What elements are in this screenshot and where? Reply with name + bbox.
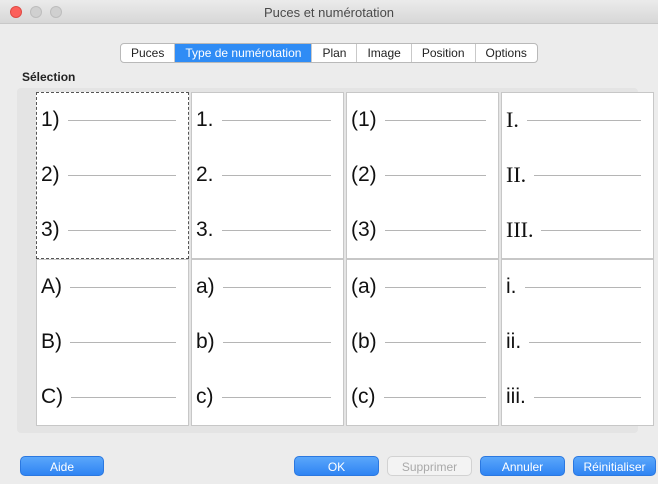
reset-button[interactable]: Réinitialiser bbox=[573, 456, 656, 476]
numbering-option-paren-1[interactable]: (1) (2) (3) bbox=[346, 92, 499, 259]
numbering-option-roman-upper[interactable]: I. II. III. bbox=[501, 92, 654, 259]
preview-line bbox=[534, 174, 641, 176]
numbering-marker: a) bbox=[196, 275, 215, 298]
preview-line bbox=[221, 229, 331, 231]
numbering-marker: b) bbox=[196, 330, 215, 353]
preview-line bbox=[67, 119, 176, 121]
preview-line bbox=[384, 174, 486, 176]
preview-line bbox=[70, 286, 176, 288]
numbering-marker: 2. bbox=[196, 163, 214, 186]
numbering-marker: 2) bbox=[41, 163, 60, 186]
numbering-marker: i. bbox=[506, 275, 517, 298]
cancel-button[interactable]: Annuler bbox=[480, 456, 565, 476]
help-button[interactable]: Aide bbox=[20, 456, 104, 476]
preview-line bbox=[221, 396, 331, 398]
tab-plan[interactable]: Plan bbox=[312, 44, 358, 62]
preview-row: a) bbox=[196, 272, 331, 302]
numbering-option-roman-lower[interactable]: i. ii. iii. bbox=[501, 259, 654, 426]
delete-button[interactable]: Supprimer bbox=[387, 456, 472, 476]
numbering-marker: 3) bbox=[41, 218, 60, 241]
numbering-marker: I. bbox=[506, 107, 519, 132]
preview-line bbox=[71, 396, 176, 398]
numbering-option-1-dot[interactable]: 1. 2. 3. bbox=[191, 92, 344, 259]
numbering-marker: c) bbox=[196, 385, 214, 408]
preview-row: iii. bbox=[506, 382, 641, 412]
preview-row: II. bbox=[506, 160, 641, 190]
numbering-option-paren-lower-alpha[interactable]: (a) (b) (c) bbox=[346, 259, 499, 426]
tab-options[interactable]: Options bbox=[476, 44, 537, 62]
selection-label: Sélection bbox=[22, 70, 76, 84]
preview-line bbox=[222, 286, 331, 288]
numbering-marker: 3. bbox=[196, 218, 214, 241]
preview-row: 3. bbox=[196, 215, 331, 245]
preview-row: c) bbox=[196, 382, 331, 412]
numbering-marker: (a) bbox=[351, 275, 377, 298]
preview-row: (b) bbox=[351, 327, 486, 357]
preview-row: 2. bbox=[196, 160, 331, 190]
numbering-marker: A) bbox=[41, 275, 62, 298]
preview-row: 1. bbox=[196, 105, 331, 135]
numbering-marker: 1. bbox=[196, 108, 214, 131]
numbering-option-upper-alpha[interactable]: A) B) C) bbox=[36, 259, 189, 426]
numbering-marker: C) bbox=[41, 385, 64, 408]
title-bar: Puces et numérotation bbox=[0, 0, 658, 24]
preview-line bbox=[384, 229, 486, 231]
preview-line bbox=[529, 341, 641, 343]
preview-line bbox=[383, 396, 486, 398]
numbering-marker: ii. bbox=[506, 330, 522, 353]
preview-line bbox=[384, 341, 486, 343]
preview-line bbox=[526, 119, 641, 121]
preview-row: 2) bbox=[41, 160, 176, 190]
preview-line bbox=[221, 174, 331, 176]
preview-line bbox=[70, 341, 176, 343]
tab-position[interactable]: Position bbox=[412, 44, 476, 62]
numbering-marker: (2) bbox=[351, 163, 377, 186]
window-title: Puces et numérotation bbox=[263, 5, 395, 20]
preview-row: III. bbox=[506, 215, 641, 245]
numbering-option-lower-alpha[interactable]: a) b) c) bbox=[191, 259, 344, 426]
preview-line bbox=[67, 229, 176, 231]
tab-image[interactable]: Image bbox=[357, 44, 412, 62]
tab-puces[interactable]: Puces bbox=[121, 44, 176, 62]
numbering-marker: (b) bbox=[351, 330, 377, 353]
dialog-window: Puces et numérotation Puces Type de numé… bbox=[0, 0, 658, 484]
preview-row: i. bbox=[506, 272, 641, 302]
preview-row: 3) bbox=[41, 215, 176, 245]
preview-row: C) bbox=[41, 382, 176, 412]
preview-line bbox=[222, 341, 331, 343]
preview-row: (2) bbox=[351, 160, 486, 190]
numbering-option-1-paren[interactable]: 1) 2) 3) bbox=[36, 92, 189, 259]
preview-row: ii. bbox=[506, 327, 641, 357]
preview-row: (a) bbox=[351, 272, 486, 302]
preview-row: (c) bbox=[351, 382, 486, 412]
numbering-marker: II. bbox=[506, 162, 527, 187]
preview-line bbox=[384, 119, 486, 121]
numbering-marker: iii. bbox=[506, 385, 526, 408]
numbering-style-grid: 1) 2) 3) 1. 2. 3. (1) (2) (3) I. II. III… bbox=[36, 92, 654, 426]
preview-line bbox=[67, 174, 176, 176]
preview-row: 1) bbox=[41, 105, 176, 135]
preview-row: b) bbox=[196, 327, 331, 357]
preview-line bbox=[221, 119, 331, 121]
numbering-marker: (3) bbox=[351, 218, 377, 241]
tab-type-de-numerotation[interactable]: Type de numérotation bbox=[175, 44, 313, 62]
preview-row: (3) bbox=[351, 215, 486, 245]
preview-row: (1) bbox=[351, 105, 486, 135]
numbering-marker: III. bbox=[506, 217, 534, 242]
numbering-marker: (c) bbox=[351, 385, 376, 408]
ok-button[interactable]: OK bbox=[294, 456, 379, 476]
preview-line bbox=[384, 286, 486, 288]
preview-line bbox=[541, 229, 641, 231]
preview-line bbox=[524, 286, 641, 288]
preview-row: B) bbox=[41, 327, 176, 357]
tab-bar: Puces Type de numérotation Plan Image Po… bbox=[120, 43, 538, 63]
preview-row: A) bbox=[41, 272, 176, 302]
numbering-marker: 1) bbox=[41, 108, 60, 131]
preview-row: I. bbox=[506, 105, 641, 135]
preview-line bbox=[533, 396, 641, 398]
numbering-marker: (1) bbox=[351, 108, 377, 131]
numbering-marker: B) bbox=[41, 330, 62, 353]
